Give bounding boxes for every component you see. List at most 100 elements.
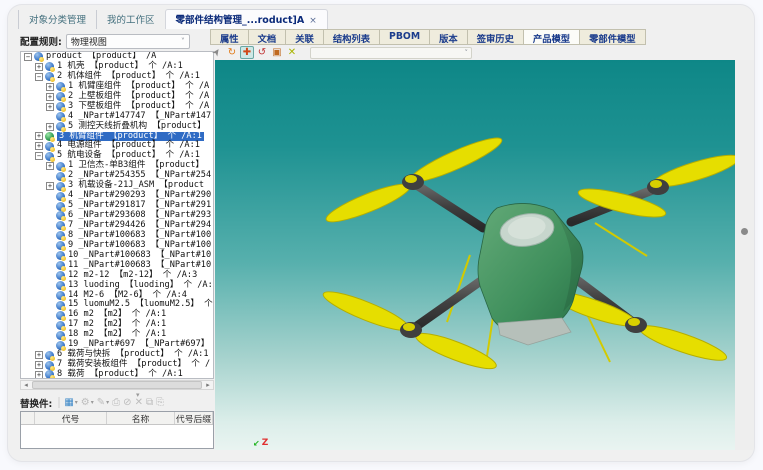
part-icon: [56, 82, 65, 91]
rotate-view-icon[interactable]: ↻: [225, 46, 239, 59]
tab-产品模型[interactable]: 产品模型: [523, 29, 579, 45]
column-header[interactable]: 代号后缀: [175, 412, 213, 424]
part-icon: [56, 211, 65, 220]
3d-viewport[interactable]: ↙ Z: [215, 60, 735, 450]
tree-row[interactable]: 13 luoding 【luoding】 个 /A:: [21, 281, 213, 291]
window-tab[interactable]: 零部件结构管理_...roduct]A ×: [165, 9, 328, 29]
close-icon[interactable]: ×: [309, 16, 317, 26]
remove-icon[interactable]: ⊘: [123, 397, 131, 408]
part-icon: [45, 361, 54, 370]
scrollbar-thumb[interactable]: [32, 381, 202, 389]
expand-icon[interactable]: +: [35, 371, 43, 379]
replacement-toolbar: ▦▾ ⚙▾✎▾⎙⊘ ✕⧉⎘: [58, 397, 167, 408]
expand-icon[interactable]: +: [35, 351, 43, 359]
part-icon: [56, 112, 65, 121]
app-window: 对象分类管理我的工作区零部件结构管理_...roduct]A× 配置规则: 物理…: [8, 5, 754, 461]
edit-icon[interactable]: ✎▾: [97, 397, 109, 408]
expand-icon[interactable]: +: [46, 162, 54, 170]
expand-icon[interactable]: +: [46, 182, 54, 190]
tab-版本[interactable]: 版本: [429, 29, 467, 45]
collapse-icon[interactable]: −: [24, 53, 32, 61]
chevron-down-icon: ˅: [465, 49, 469, 57]
leaf-spacer: [46, 341, 54, 349]
part-icon: [56, 192, 65, 201]
tab-PBOM[interactable]: PBOM: [379, 29, 429, 45]
expand-icon[interactable]: +: [35, 142, 43, 150]
expand-icon[interactable]: +: [46, 123, 54, 131]
fit-view-icon[interactable]: ✕: [285, 46, 299, 59]
view-mode-icon[interactable]: ▦▾: [64, 397, 77, 408]
collapse-icon[interactable]: −: [35, 73, 43, 81]
leaf-spacer: [46, 291, 54, 299]
3d-model-quadcopter[interactable]: [215, 60, 735, 450]
part-icon: [56, 162, 65, 171]
expand-icon[interactable]: +: [46, 103, 54, 111]
expand-icon[interactable]: +: [46, 83, 54, 91]
collapse-icon[interactable]: −: [35, 152, 43, 160]
part-icon: [56, 281, 65, 290]
paste-icon[interactable]: ⎘: [156, 397, 164, 408]
part-icon: [56, 231, 65, 240]
part-icon: [34, 52, 43, 61]
expand-icon[interactable]: +: [35, 63, 43, 71]
window-tab[interactable]: 对象分类管理: [18, 10, 96, 29]
settings-icon[interactable]: ⚙▾: [81, 397, 94, 408]
tab-签审历史[interactable]: 签审历史: [467, 29, 523, 45]
leaf-spacer: [46, 301, 54, 309]
leaf-spacer: [46, 232, 54, 240]
right-side-strip: [735, 60, 754, 450]
print-icon[interactable]: ⎙: [112, 397, 120, 408]
axis-arrow-icon: ↙: [253, 439, 260, 448]
replacement-table: 代号名称代号后缀: [20, 411, 214, 449]
pan-view-icon[interactable]: ✚: [240, 46, 254, 59]
orbit-view-icon[interactable]: ↺: [255, 46, 269, 59]
viewer-tools: ➤↻✚↺▣✕: [210, 46, 300, 59]
chevron-down-icon: ▾: [75, 399, 78, 406]
tab-关联[interactable]: 关联: [285, 29, 323, 45]
part-icon: [56, 241, 65, 250]
column-header[interactable]: 代号: [35, 412, 107, 424]
leaf-spacer: [46, 272, 54, 280]
part-icon: [56, 291, 65, 300]
axis-indicator: ↙ Z: [253, 438, 268, 448]
expand-icon[interactable]: +: [35, 361, 43, 369]
window-tab[interactable]: 我的工作区: [96, 10, 165, 29]
tree-horizontal-scrollbar[interactable]: ◂ ▸: [20, 380, 214, 390]
zoom-window-icon[interactable]: ▣: [270, 46, 284, 59]
config-rule-select[interactable]: 物理视图 ˅: [66, 34, 190, 49]
part-icon: [56, 202, 65, 211]
column-header[interactable]: 名称: [107, 412, 175, 424]
part-icon: [56, 172, 65, 181]
part-icon: [45, 370, 54, 379]
leaf-spacer: [46, 321, 54, 329]
tab-零部件模型[interactable]: 零部件模型: [579, 29, 646, 45]
expand-icon[interactable]: +: [35, 132, 43, 140]
leaf-spacer: [46, 222, 54, 230]
replacement-table-header: 代号名称代号后缀: [21, 412, 213, 425]
leaf-spacer: [46, 331, 54, 339]
scroll-right-icon[interactable]: ▸: [203, 381, 213, 389]
chevron-down-icon: ˅: [181, 37, 185, 46]
part-icon: [45, 132, 54, 141]
part-icon: [56, 182, 65, 191]
part-icon: [56, 331, 65, 340]
config-rule-value: 物理视图: [71, 35, 107, 48]
viewer-combo-select[interactable]: ˅: [310, 47, 472, 59]
tab-结构列表[interactable]: 结构列表: [323, 29, 379, 45]
header-blank-cell: [21, 412, 35, 424]
part-icon: [45, 152, 54, 161]
tree-row[interactable]: +8 载荷 【product】 个 /A:1: [21, 370, 213, 379]
leaf-spacer: [46, 192, 54, 200]
axis-z-label: Z: [262, 438, 269, 448]
part-icon: [56, 122, 65, 131]
scroll-left-icon[interactable]: ◂: [21, 381, 31, 389]
copy-icon[interactable]: ⧉: [146, 397, 153, 408]
delete-icon[interactable]: ✕: [135, 397, 143, 408]
scroll-handle-dot[interactable]: [741, 228, 748, 235]
tab-文档[interactable]: 文档: [248, 29, 286, 45]
expand-icon[interactable]: +: [46, 93, 54, 101]
part-icon: [56, 102, 65, 111]
tree-row[interactable]: +5 测控天线折叠机构 【product】: [21, 122, 213, 132]
viewer-toolbar: ➤↻✚↺▣✕ ˅: [210, 45, 472, 60]
window-tab-label: 零部件结构管理_...roduct]A: [176, 15, 305, 26]
